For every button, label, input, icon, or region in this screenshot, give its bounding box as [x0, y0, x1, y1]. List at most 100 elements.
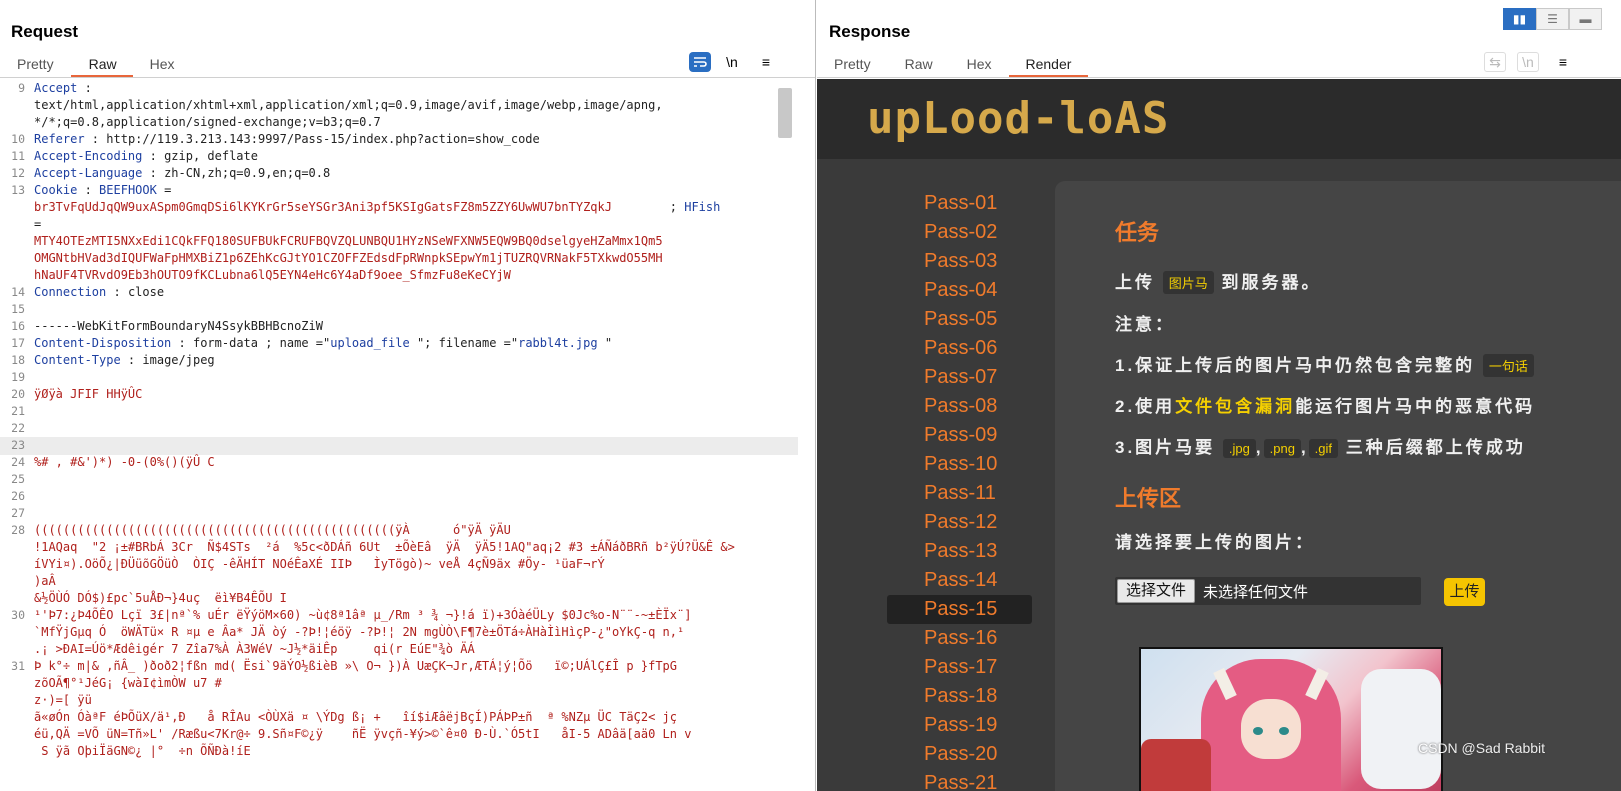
pass-menu-item[interactable]: Pass-08 [887, 392, 1032, 421]
pass-menu-item[interactable]: Pass-20 [887, 740, 1032, 769]
line-content: text/html,application/xhtml+xml,applicat… [34, 98, 663, 112]
split-horizontal-icon[interactable]: ▮▮ [1503, 8, 1536, 30]
tab-hex[interactable]: Hex [133, 53, 192, 78]
editor-line[interactable]: 17 Content-Disposition : form-data ; name… [0, 335, 798, 353]
editor-line[interactable]: 27 [0, 505, 798, 523]
menu-icon[interactable]: ≡ [755, 52, 777, 72]
upload-heading: 上传区 [1115, 486, 1182, 511]
choose-file-button[interactable]: 选择文件 [1117, 579, 1196, 603]
tab-pretty[interactable]: Pretty [817, 53, 888, 78]
editor-line[interactable]: 9 Accept : [0, 80, 798, 98]
editor-line[interactable]: zõOÃ¶°¹JéG¡ {wàI¢ìmÒW u7 # [0, 675, 798, 693]
editor-line[interactable]: .¡ >ÐAI=Úö*Ædêigér 7 Zîa7%À À3WéV ~J½*äi… [0, 641, 798, 659]
pass-menu-item[interactable]: Pass-12 [887, 508, 1032, 537]
note-1-chip: 一句话 [1482, 354, 1534, 377]
pass-menu-item[interactable]: Pass-11 [887, 479, 1032, 508]
pass-menu-item[interactable]: Pass-09 [887, 421, 1032, 450]
editor-line[interactable]: íVYi¤).OöÕ¿|ÐÜüõGÖüÒ ÒIÇ -êÄHÍT NOéÊaXÉ … [0, 556, 798, 574]
menu-icon[interactable]: ≡ [1552, 52, 1574, 72]
pass-menu-item[interactable]: Pass-03 [887, 247, 1032, 276]
editor-line[interactable]: hNaUF4TVRvdO9Eb3hOUTO9fKCLubna6lQ5EYN4eH… [0, 267, 798, 285]
editor-line[interactable]: 30 ¹'Þ7:¿Þ4ÕÊO Lçï 3£|nª`% uÉr ëŸýöM×60) … [0, 607, 798, 625]
editor-line[interactable]: MTY4OTEzMTI5NXxEdi1CQkFFQ180SUFBUkFCRUFB… [0, 233, 798, 251]
pass-menu-item[interactable]: Pass-02 [887, 218, 1032, 247]
editor-line[interactable]: 28 ((((((((((((((((((((((((((((((((((((((… [0, 522, 798, 540]
editor-line[interactable]: ã«øÓn ÓàªF éÞÕüX/ä¹,Ð å RÎAu <ÒÙXä ¤ \ÝD… [0, 709, 798, 727]
pass-menu-item[interactable]: Pass-10 [887, 450, 1032, 479]
pass-menu-item[interactable]: Pass-21 [887, 769, 1032, 791]
editor-line[interactable]: 23 [0, 437, 798, 455]
line-content: )aÂ [34, 574, 56, 588]
pass-menu-item[interactable]: Pass-19 [887, 711, 1032, 740]
line-number: 30 [11, 608, 25, 622]
tab-raw[interactable]: Raw [888, 53, 950, 78]
newline-toggle[interactable]: \n [1517, 52, 1539, 72]
editor-line[interactable]: br3TvFqUdJqQW9uxASpm0GmqDSi6lKYKrGr5seYS… [0, 199, 798, 217]
pass-menu-item[interactable]: Pass-17 [887, 653, 1032, 682]
request-scrollbar[interactable] [778, 88, 792, 138]
editor-line[interactable]: 20 ÿØÿà JFIF HHÿÛC [0, 386, 798, 404]
upload-button[interactable]: 上传 [1444, 578, 1485, 606]
pass-menu-item[interactable]: Pass-05 [887, 305, 1032, 334]
pass-menu-item[interactable]: Pass-18 [887, 682, 1032, 711]
task-text-suffix: 到服务器。 [1221, 273, 1322, 292]
line-number: 23 [11, 438, 25, 452]
pass-menu-item[interactable]: Pass-14 [887, 566, 1032, 595]
pass-menu-item[interactable]: Pass-07 [887, 363, 1032, 392]
line-content: ((((((((((((((((((((((((((((((((((((((((… [34, 523, 511, 537]
file-input[interactable]: 选择文件 未选择任何文件 [1115, 577, 1421, 605]
wrap-icon[interactable]: ⇆ [1484, 52, 1506, 72]
tab-pretty[interactable]: Pretty [0, 53, 71, 78]
editor-line[interactable]: 19 [0, 369, 798, 387]
tab-raw[interactable]: Raw [70, 53, 133, 78]
editor-line[interactable]: 11 Accept-Encoding : gzip, deflate [0, 148, 798, 166]
split-vertical-icon[interactable]: ☰ [1536, 8, 1569, 30]
editor-line[interactable]: 22 [0, 420, 798, 438]
editor-line[interactable]: = [0, 216, 798, 234]
editor-line[interactable]: 14 Connection : close [0, 284, 798, 302]
newline-toggle[interactable]: \n [721, 52, 743, 72]
editor-line[interactable]: 26 [0, 488, 798, 506]
pass-menu-item[interactable]: Pass-04 [887, 276, 1032, 305]
pass-menu-item[interactable]: Pass-16 [887, 624, 1032, 653]
pass-menu-item[interactable]: Pass-13 [887, 537, 1032, 566]
editor-line[interactable]: !1AQaq "2 ¡±#BRbÁ 3Cr Ñ$4STs ²á %5c<ðDÁñ… [0, 539, 798, 557]
pass-menu-item[interactable]: Pass-06 [887, 334, 1032, 363]
line-content: ¹'Þ7:¿Þ4ÕÊO Lçï 3£|nª`% uÉr ëŸýöM×60) ~ù… [34, 608, 692, 622]
tab-divider [0, 77, 815, 78]
line-content: Content-Disposition : form-data ; name =… [34, 336, 613, 350]
pass-menu-item[interactable]: Pass-15 [887, 595, 1032, 624]
line-content: &½ÖÙÓ DÓ$)£pc`5uÅÐ¬}4uç ëì¥B4ÊÕU I [34, 591, 287, 605]
editor-line[interactable]: 24 %# , #&')*) -0-(0%()(ÿÛ C [0, 454, 798, 472]
editor-line[interactable]: 13 Cookie : BEEFHOOK = [0, 182, 798, 200]
editor-line[interactable]: 10 Referer : http://119.3.213.143:9997/Pa… [0, 131, 798, 149]
editor-line[interactable]: `MfŸjGµq Ó öWÄTü× R ¤µ e Âa* JÄ òý -?Þ!¦… [0, 624, 798, 642]
rendered-page: upLood-loAS Pass-01 Pass-02 Pass-03 Pass-04… [817, 79, 1621, 791]
tab-hex[interactable]: Hex [950, 53, 1009, 78]
line-number: 20 [11, 387, 25, 401]
editor-line[interactable]: 16 ------WebKitFormBoundaryN4SsykBBHBcnoZ… [0, 318, 798, 336]
editor-line[interactable]: OMGNtbHVad3dIQUFWaFpHMXBiZ1p6ZEhKcGJtYO1… [0, 250, 798, 268]
line-content: zõOÃ¶°¹JéG¡ {wàI¢ìmÒW u7 # [34, 676, 222, 690]
wrap-icon[interactable] [689, 52, 711, 72]
editor-line[interactable]: 12 Accept-Language : zh-CN,zh;q=0.9,en;q=… [0, 165, 798, 183]
tab-render[interactable]: Render [1008, 53, 1089, 78]
single-pane-icon[interactable]: ▬ [1569, 8, 1602, 30]
editor-line[interactable]: )aÂ [0, 573, 798, 591]
editor-line[interactable]: &½ÖÙÓ DÓ$)£pc`5uÅÐ¬}4uç ëì¥B4ÊÕU I [0, 590, 798, 608]
editor-line[interactable]: éü,QÄ =VÕ üN=Tñ»L' /Ræßu<7Kr@÷ 9.Sñ¤F©¿ÿ… [0, 726, 798, 744]
request-editor[interactable]: 9 Accept : text/html,application/xhtml+xml… [0, 80, 798, 791]
line-content: ÿØÿà JFIF HHÿÛC [34, 387, 143, 401]
editor-line[interactable]: 31 Þ k°÷ m|& ,ñÂ_ )ðoð2¦fßn md( Ësi`9äÝO½… [0, 658, 798, 676]
editor-line[interactable]: 15 [0, 301, 798, 319]
editor-line[interactable]: 25 [0, 471, 798, 489]
editor-line[interactable]: 18 Content-Type : image/jpeg [0, 352, 798, 370]
editor-line[interactable]: z·)=[ ÿü [0, 692, 798, 710]
pass-menu-item[interactable]: Pass-01 [887, 189, 1032, 218]
editor-line[interactable]: 21 [0, 403, 798, 421]
line-number: 9 [18, 81, 25, 95]
line-content: */*;q=0.8,application/signed-exchange;v=… [34, 115, 381, 129]
editor-line[interactable]: */*;q=0.8,application/signed-exchange;v=… [0, 114, 798, 132]
editor-line[interactable]: S ÿã OþiÏäGN©¿ |° ÷n ÕÑÐà!íE [0, 743, 798, 761]
editor-line[interactable]: text/html,application/xhtml+xml,applicat… [0, 97, 798, 115]
